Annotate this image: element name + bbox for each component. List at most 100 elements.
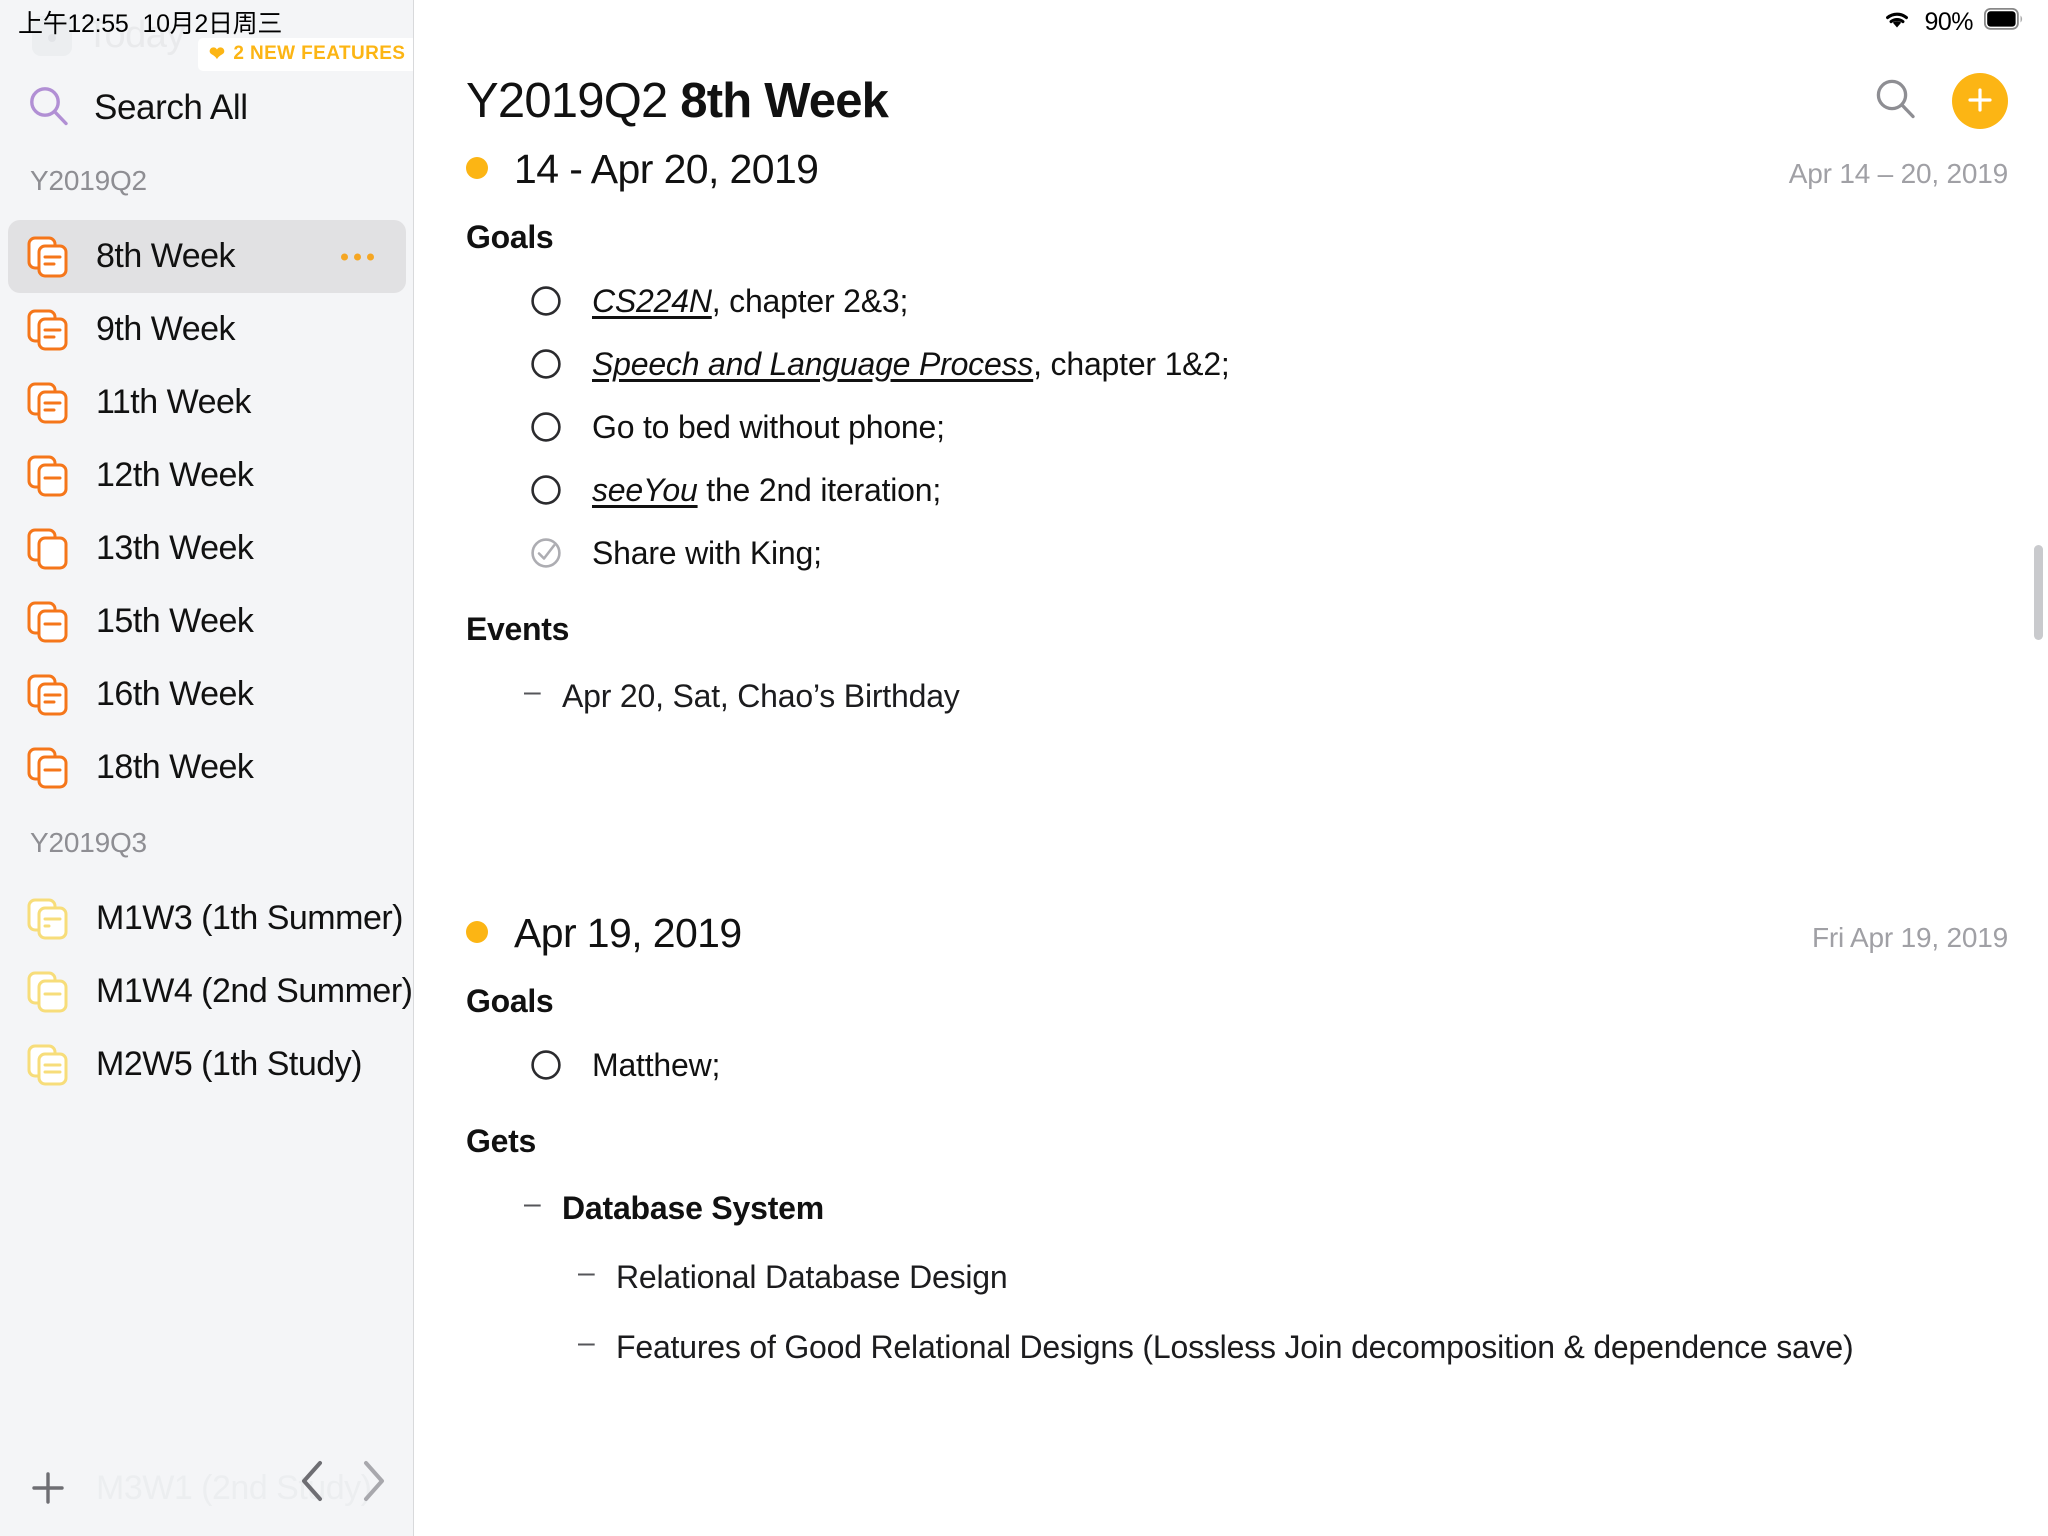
goal-text: CS224N, chapter 2&3; [592, 281, 908, 321]
stacked-doc-icon [26, 308, 70, 352]
gets-text: Features of Good Relational Designs (Los… [616, 1328, 1854, 1365]
goal-rest: Go to bed without phone; [592, 409, 945, 445]
stacked-doc-icon [26, 600, 70, 644]
goals-list: Matthew; [466, 1034, 2008, 1097]
page-title: Y2019Q2 8th Week [466, 73, 889, 129]
gets-heading: Gets [466, 1122, 536, 1159]
stacked-doc-icon [26, 454, 70, 498]
checkbox-unchecked-icon[interactable] [530, 411, 562, 448]
chevron-left-icon[interactable] [296, 1457, 330, 1510]
entries-scroll-area: 14 - Apr 20, 2019 Apr 14 – 20, 2019 Goal… [414, 146, 2048, 1536]
goal-ref: CS224N [592, 283, 712, 319]
stacked-doc-icon [26, 970, 70, 1014]
checkbox-unchecked-icon[interactable] [530, 474, 562, 511]
add-entry-button[interactable] [1952, 73, 2008, 129]
today-label: Today [86, 14, 185, 56]
new-features-label: 2 NEW FEATURES [233, 43, 406, 64]
main-content: Y2019Q2 8th Week 14 - Apr 20, 2019 Apr 1… [414, 0, 2048, 1536]
sidebar-item-18th-week[interactable]: 18th Week [0, 731, 414, 804]
today-icon [32, 15, 72, 56]
header-actions [1872, 73, 2008, 129]
entry-date-range: Fri Apr 19, 2019 [1811, 921, 2008, 953]
event-item: – Apr 20, Sat, Chao’s Birthday [466, 662, 2008, 732]
goal-item[interactable]: Speech and Language Process, chapter 1&2… [466, 333, 2008, 396]
goal-item[interactable]: Go to bed without phone; [466, 396, 2008, 459]
goal-text: Matthew; [592, 1045, 720, 1085]
goal-rest: Matthew; [592, 1046, 721, 1083]
sidebar-item-label: 11th Week [96, 383, 251, 421]
sidebar-item-label: M2W5 (1th Study) [96, 1045, 362, 1083]
checkbox-checked-icon[interactable] [530, 537, 562, 574]
goal-text: Speech and Language Process, chapter 1&2… [592, 344, 1230, 384]
goals-heading: Goals [466, 982, 554, 1019]
main-scrollbar[interactable] [2034, 545, 2043, 640]
goal-rest: Share with King; [592, 535, 822, 571]
gets-item: – Relational Database Design [466, 1243, 2008, 1313]
goal-ref: Speech and Language Process [592, 346, 1034, 382]
main-header: Y2019Q2 8th Week [414, 56, 2048, 146]
today-ghost-row: Today [32, 14, 185, 57]
goal-rest: the 2nd iteration; [697, 472, 942, 508]
search-all-row[interactable]: Search All [26, 80, 248, 136]
goal-item[interactable]: CS224N, chapter 2&3; [466, 270, 2008, 333]
goal-ref: seeYou [592, 472, 698, 508]
dash-marker: – [524, 1186, 541, 1220]
events-heading: Events [466, 611, 570, 647]
entry-header: Apr 19, 2019 Fri Apr 19, 2019 [466, 910, 2008, 957]
goal-text: Share with King; [592, 533, 822, 573]
sidebar-item-label: 9th Week [96, 310, 236, 348]
search-all-label: Search All [94, 88, 248, 127]
sidebar-item-9th-week[interactable]: 9th Week [0, 293, 414, 366]
stacked-doc-icon [26, 527, 70, 571]
dash-marker: – [524, 675, 541, 708]
stacked-doc-icon [26, 673, 70, 717]
sidebar-item-15th-week[interactable]: 15th Week [0, 585, 414, 658]
search-icon [26, 83, 72, 134]
sidebar-item-m2w5[interactable]: M2W5 (1th Study) [0, 1028, 414, 1101]
gets-text: Relational Database Design [616, 1259, 1008, 1296]
sidebar-item-m1w3[interactable]: M1W3 (1th Summer) [0, 882, 414, 955]
heart-icon: ❤ [209, 43, 226, 65]
sidebar-list-q2: 8th Week 9th Week 11th Week 12th Week 13… [0, 220, 414, 804]
section-header-q3: Y2019Q3 [30, 827, 147, 858]
sidebar-item-label: 12th Week [96, 456, 254, 494]
stacked-doc-icon [26, 1043, 70, 1087]
entry-week: 14 - Apr 20, 2019 Apr 14 – 20, 2019 Goal… [466, 146, 2008, 732]
events-list: – Apr 20, Sat, Chao’s Birthday [466, 662, 2008, 732]
more-options-icon[interactable] [341, 253, 374, 260]
event-text: Apr 20, Sat, Chao’s Birthday [562, 678, 960, 714]
sidebar-item-label: 8th Week [96, 237, 236, 275]
search-icon[interactable] [1872, 75, 1920, 128]
sidebar-item-8th-week[interactable]: 8th Week [8, 220, 406, 293]
chevron-right-icon[interactable] [356, 1457, 390, 1510]
entry-header: 14 - Apr 20, 2019 Apr 14 – 20, 2019 [466, 146, 2008, 193]
goal-rest: , chapter 1&2; [1033, 346, 1230, 382]
goal-text: seeYou the 2nd iteration; [592, 470, 941, 510]
sidebar-pager [296, 1457, 390, 1510]
goal-item[interactable]: Share with King; [466, 522, 2008, 585]
gets-item: – Features of Good Relational Designs (L… [466, 1313, 2008, 1383]
stacked-doc-icon [26, 381, 70, 425]
gets-text: Database System [562, 1189, 825, 1226]
goal-item[interactable]: seeYou the 2nd iteration; [466, 459, 2008, 522]
sidebar-item-m1w4[interactable]: M1W4 (2nd Summer) [0, 955, 414, 1028]
sidebar-item-13th-week[interactable]: 13th Week [0, 512, 414, 585]
sidebar-item-12th-week[interactable]: 12th Week [0, 439, 414, 512]
checkbox-unchecked-icon[interactable] [530, 285, 562, 322]
goals-list: CS224N, chapter 2&3; Speech and Language… [466, 270, 2008, 585]
sidebar-list-q3: M1W3 (1th Summer) M1W4 (2nd Summer) M2W5… [0, 882, 414, 1101]
dash-marker: – [578, 1325, 595, 1359]
checkbox-unchecked-icon[interactable] [530, 1049, 562, 1086]
sidebar-item-16th-week[interactable]: 16th Week [0, 658, 414, 731]
page-title-week: 8th Week [680, 74, 889, 128]
entry-bullet-icon [466, 157, 488, 179]
entry-date-title: 14 - Apr 20, 2019 [514, 146, 819, 192]
goal-item[interactable]: Matthew; [466, 1034, 2008, 1097]
entry-bullet-icon [466, 920, 488, 943]
sidebar-item-11th-week[interactable]: 11th Week [0, 366, 414, 439]
goals-heading: Goals [466, 219, 554, 255]
checkbox-unchecked-icon[interactable] [530, 348, 562, 385]
goal-text: Go to bed without phone; [592, 407, 945, 447]
new-features-badge[interactable]: ❤ 2 NEW FEATURES [198, 38, 414, 71]
gets-item: – Database System [466, 1174, 2008, 1244]
